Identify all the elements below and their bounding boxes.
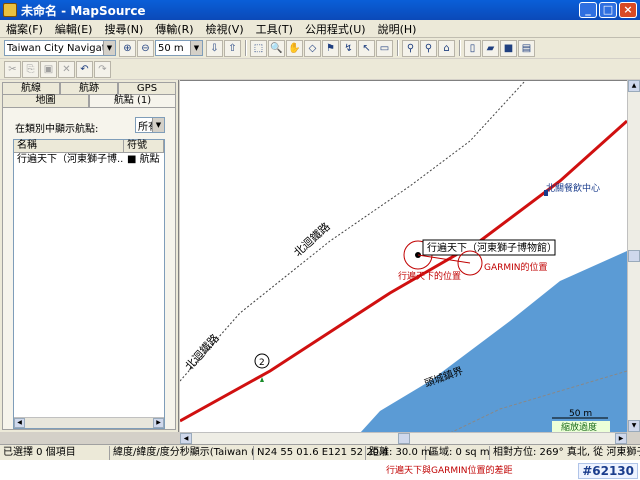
chevron-down-icon: ▼ bbox=[152, 118, 164, 132]
delete-button[interactable]: ✕ bbox=[58, 60, 75, 78]
scroll-up-icon[interactable]: ▲ bbox=[628, 80, 640, 92]
list-item[interactable]: 行遍天下（河東獅子博... ■ 航點 bbox=[14, 153, 164, 166]
map-product-select[interactable]: Taiwan City Navigator v6 ▼ bbox=[4, 40, 116, 56]
scroll-right-icon[interactable]: ▶ bbox=[153, 418, 164, 428]
waypoint-name: 行遍天下（河東獅子博... bbox=[17, 154, 124, 165]
find-nearest-button[interactable]: ⚲ bbox=[420, 39, 437, 57]
chevron-down-icon: ▼ bbox=[103, 41, 115, 55]
window-title: 未命名 - MapSource bbox=[21, 3, 146, 18]
main-toolbar: Taiwan City Navigator v6 ▼ ⊕ ⊖ 50 m ▼ ⇩ … bbox=[0, 38, 640, 58]
poi-label: 北關餐飲中心 bbox=[546, 182, 600, 194]
minimize-button[interactable]: _ bbox=[579, 2, 597, 18]
scroll-left-icon[interactable]: ◀ bbox=[14, 418, 25, 428]
waypoint-list[interactable]: 名稱 符號 行遍天下（河東獅子博... ■ 航點 ◀ ▶ bbox=[13, 139, 165, 429]
zoom-tool-button[interactable]: 🔍 bbox=[268, 39, 285, 57]
scroll-thumb[interactable] bbox=[398, 433, 410, 444]
map-vertical-scrollbar[interactable]: ▲ ▼ bbox=[627, 80, 640, 432]
title-bar: 未命名 - MapSource _ □ × bbox=[0, 0, 640, 20]
distance-status: 距離: 30.0 m bbox=[366, 445, 431, 460]
menu-find[interactable]: 搜尋(N) bbox=[98, 21, 149, 37]
new-file-button[interactable]: ▯ bbox=[464, 39, 481, 57]
distance-difference-note: 行遍天下與GARMIN位置的差距 bbox=[386, 466, 513, 476]
map-view[interactable]: 北迴鐵路 北迴鐵路 頭城鎮界 北關餐飲中心 行遍天下（河東獅子博物館） 行遍天下… bbox=[180, 80, 627, 432]
scale-label: 50 m bbox=[569, 409, 592, 419]
coordinate-status: N24 55 01.6 E121 52 20.4 bbox=[254, 445, 388, 460]
menu-bar: 檔案(F) 編輯(E) 搜尋(N) 傳輸(R) 檢視(V) 工具(T) 公用程式… bbox=[0, 20, 640, 38]
save-button[interactable]: ■ bbox=[500, 39, 517, 57]
map-horizontal-scrollbar[interactable]: ◀ ▶ bbox=[180, 432, 627, 444]
zoom-scale-value: 50 m bbox=[158, 42, 184, 54]
tab-waypoints[interactable]: 航點 (1) bbox=[89, 94, 176, 107]
selection-status: 已選擇 0 個項目 bbox=[0, 445, 110, 460]
menu-tools[interactable]: 工具(T) bbox=[250, 21, 299, 37]
send-to-device-button[interactable]: ⇧ bbox=[224, 39, 241, 57]
railway-line bbox=[180, 81, 526, 382]
scroll-thumb[interactable] bbox=[628, 250, 640, 262]
column-symbol[interactable]: 符號 bbox=[124, 140, 164, 152]
menu-utilities[interactable]: 公用程式(U) bbox=[299, 21, 372, 37]
image-id-badge: #62130 bbox=[578, 463, 638, 479]
overzoom-label: 縮放過度 bbox=[561, 421, 597, 432]
print-button[interactable]: ▤ bbox=[518, 39, 535, 57]
scroll-right-icon[interactable]: ▶ bbox=[615, 433, 627, 444]
waypoint-position-note: 行遍天下的位置 bbox=[398, 270, 461, 282]
bearing-status: 相對方位: 269° 真北, 從 河東獅子博 bbox=[493, 446, 640, 458]
coordinate-format-status: 緯度/緯度/度分秒顯示(Taiwan (TWD67)) bbox=[110, 445, 254, 460]
maximize-button[interactable]: □ bbox=[599, 2, 617, 18]
app-icon bbox=[3, 3, 17, 17]
menu-edit[interactable]: 編輯(E) bbox=[49, 21, 99, 37]
open-file-button[interactable]: ▰ bbox=[482, 39, 499, 57]
menu-transfer[interactable]: 傳輸(R) bbox=[149, 21, 199, 37]
redo-button[interactable]: ↷ bbox=[94, 60, 111, 78]
menu-help[interactable]: 說明(H) bbox=[372, 21, 423, 37]
copy-button[interactable]: ⎘ bbox=[22, 60, 39, 78]
route-tool-button[interactable]: ↯ bbox=[340, 39, 357, 57]
scroll-left-icon[interactable]: ◀ bbox=[180, 433, 192, 444]
area-status: 區域: 0 sq m bbox=[426, 445, 490, 460]
waypoint-tool-button[interactable]: ⚑ bbox=[322, 39, 339, 57]
measure-tool-button[interactable]: ▭ bbox=[376, 39, 393, 57]
chevron-down-icon: ▼ bbox=[190, 41, 202, 55]
list-horizontal-scrollbar[interactable]: ◀ ▶ bbox=[14, 417, 164, 428]
waypoint-symbol: ■ 航點 bbox=[127, 154, 160, 165]
restaurant-icon bbox=[544, 190, 548, 196]
pointer-tool-button[interactable]: ↖ bbox=[358, 39, 375, 57]
waypoint-label: 行遍天下（河東獅子博物館） bbox=[427, 241, 557, 254]
map-tool-button[interactable]: ◇ bbox=[304, 39, 321, 57]
list-header: 名稱 符號 bbox=[14, 140, 164, 153]
column-name[interactable]: 名稱 bbox=[14, 140, 124, 152]
receive-from-device-button[interactable]: ⇩ bbox=[206, 39, 223, 57]
find-button[interactable]: ⚲ bbox=[402, 39, 419, 57]
menu-file[interactable]: 檔案(F) bbox=[0, 21, 49, 37]
menu-view[interactable]: 檢視(V) bbox=[200, 21, 250, 37]
cut-button[interactable]: ✂ bbox=[4, 60, 21, 78]
status-bar: 已選擇 0 個項目 緯度/緯度/度分秒顯示(Taiwan (TWD67)) N2… bbox=[0, 444, 640, 460]
zoom-scale-select[interactable]: 50 m ▼ bbox=[155, 40, 203, 56]
garmin-position-note: GARMIN的位置 bbox=[484, 261, 548, 273]
window-controls: _ □ × bbox=[579, 2, 637, 18]
find-places-button[interactable]: ⌂ bbox=[438, 39, 455, 57]
zoom-in-button[interactable]: ⊕ bbox=[119, 39, 136, 57]
scroll-down-icon[interactable]: ▼ bbox=[628, 420, 640, 432]
category-filter-label: 在類別中顯示航點: bbox=[15, 124, 99, 135]
zoom-out-button[interactable]: ⊖ bbox=[137, 39, 154, 57]
category-filter-select[interactable]: 所有 ▼ bbox=[135, 117, 165, 133]
map-product-value: Taiwan City Navigator v6 bbox=[7, 42, 116, 54]
undo-button[interactable]: ↶ bbox=[76, 60, 93, 78]
edit-toolbar: ✂ ⎘ ▣ ✕ ↶ ↷ bbox=[0, 59, 640, 79]
close-button[interactable]: × bbox=[619, 2, 637, 18]
railway-label-top: 北迴鐵路 bbox=[291, 219, 333, 259]
route-marker-number: 2 bbox=[259, 358, 265, 368]
tab-row-bottom: 地圖 航點 (1) bbox=[2, 94, 176, 107]
map-canvas[interactable]: 北迴鐵路 北迴鐵路 頭城鎮界 北關餐飲中心 行遍天下（河東獅子博物館） 行遍天下… bbox=[180, 81, 627, 432]
selection-tool-button[interactable]: ⬚ bbox=[250, 39, 267, 57]
paste-button[interactable]: ▣ bbox=[40, 60, 57, 78]
tab-maps[interactable]: 地圖 bbox=[2, 94, 89, 107]
railway-label-bottom: 北迴鐵路 bbox=[182, 331, 222, 373]
footer-area: 行遍天下與GARMIN位置的差距 bbox=[0, 460, 640, 480]
hand-tool-button[interactable]: ✋ bbox=[286, 39, 303, 57]
